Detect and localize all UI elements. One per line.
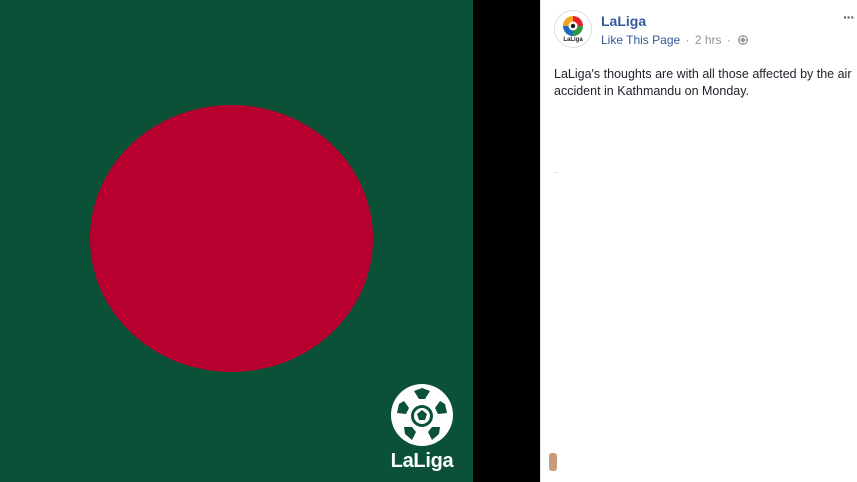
facebook-photo-viewer: LaLiga LaLiga LaLiga Like This Page · 2 …	[0, 0, 857, 482]
avatar-wordmark: LaLiga	[563, 37, 583, 43]
like-page-link[interactable]: Like This Page	[601, 33, 680, 47]
globe-icon[interactable]	[738, 35, 749, 45]
meta-separator-2: ·	[726, 33, 731, 47]
more-options-icon[interactable]: ···	[843, 10, 857, 24]
meta-separator: ·	[685, 33, 690, 47]
flag-red-disc	[90, 105, 373, 372]
page-avatar[interactable]: LaLiga	[554, 10, 592, 48]
post-timestamp[interactable]: 2 hrs	[695, 33, 722, 47]
post-photo[interactable]: LaLiga	[0, 0, 473, 482]
viewer-divider	[473, 0, 540, 482]
commenter-avatar[interactable]	[549, 453, 557, 471]
laliga-logo-icon	[563, 16, 583, 36]
divider-mark	[555, 172, 558, 173]
laliga-logo-icon	[391, 384, 453, 446]
post-panel: LaLiga LaLiga Like This Page · 2 hrs · ·…	[540, 0, 857, 482]
watermark-wordmark: LaLiga	[390, 450, 454, 472]
laliga-watermark: LaLiga	[384, 382, 460, 474]
post-message: LaLiga's thoughts are with all those aff…	[554, 67, 852, 98]
page-name-link[interactable]: LaLiga	[601, 13, 646, 30]
post-meta: Like This Page · 2 hrs ·	[601, 33, 749, 48]
